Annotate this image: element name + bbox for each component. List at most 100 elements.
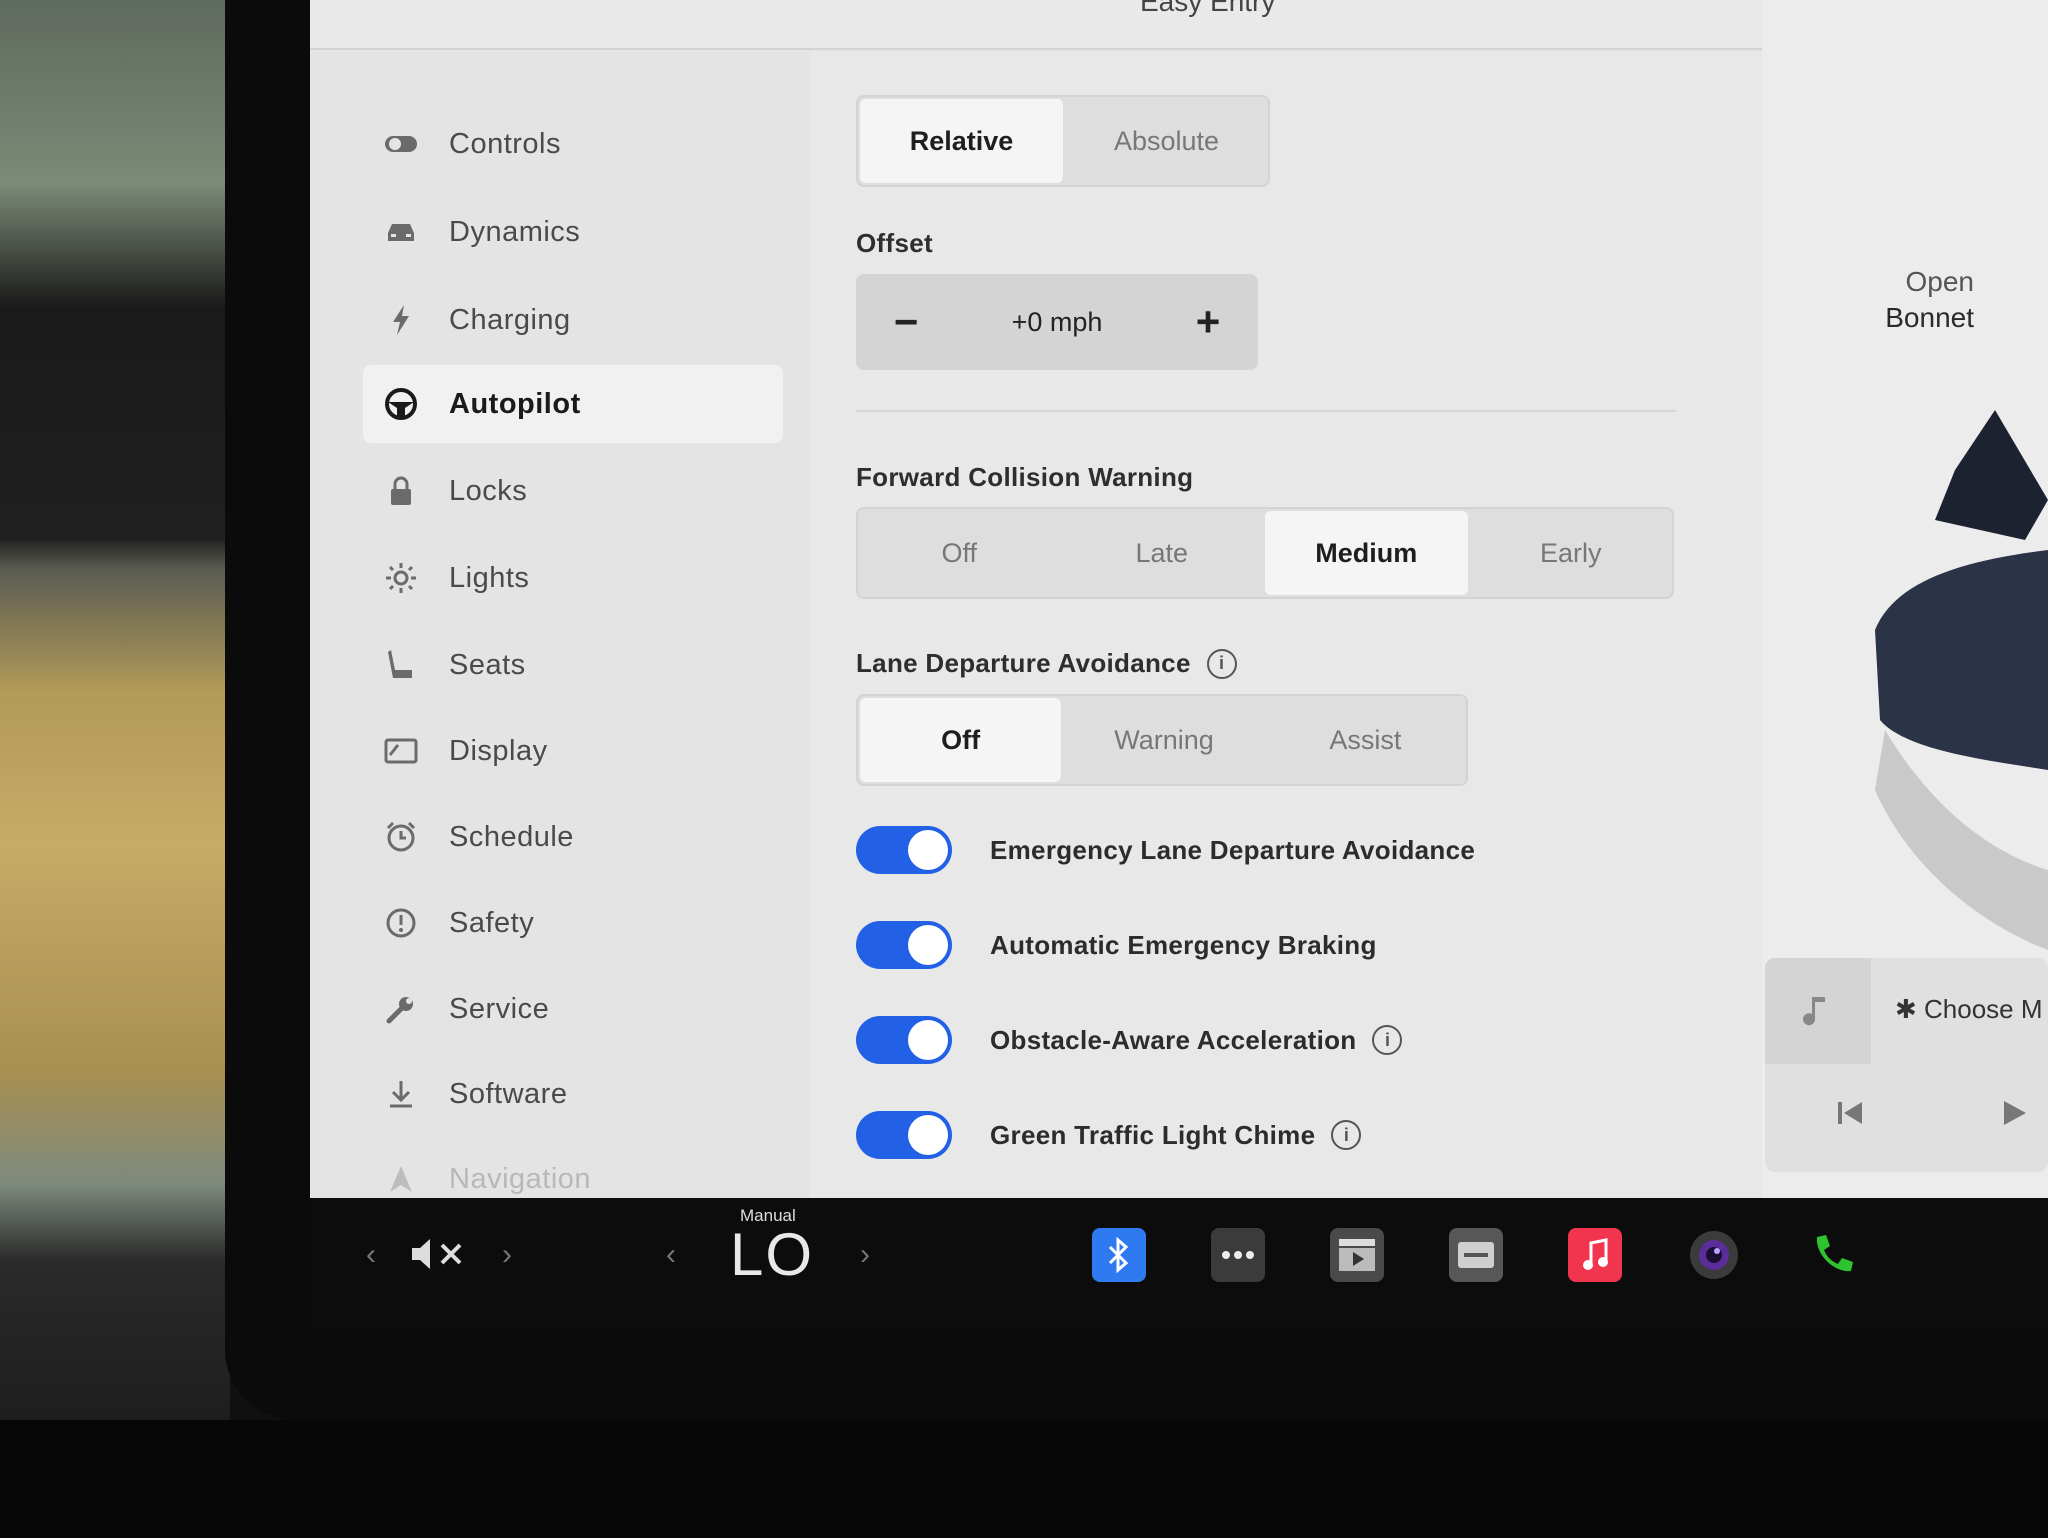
toggle-label: Green Traffic Light Chime xyxy=(990,1119,1316,1150)
cabin-temperature[interactable]: LO xyxy=(730,1220,814,1289)
offset-decrease-button[interactable]: − xyxy=(856,274,956,370)
speaker-muted-icon[interactable] xyxy=(410,1236,468,1272)
sidebar-item-lights[interactable]: Lights xyxy=(363,539,783,617)
wrench-icon xyxy=(383,991,419,1027)
volume-down-chevron[interactable]: ‹ xyxy=(366,1238,376,1272)
toggle-label: Obstacle-Aware Acceleration xyxy=(990,1024,1357,1055)
offset-label: Offset xyxy=(856,228,933,258)
sidebar-item-label: Service xyxy=(449,992,550,1025)
offset-increase-button[interactable]: + xyxy=(1158,274,1258,370)
sidebar-item-service[interactable]: Service xyxy=(363,970,783,1048)
fcw-label: Forward Collision Warning xyxy=(856,462,1194,492)
offset-stepper: − +0 mph + xyxy=(856,274,1258,370)
toggle-label: Emergency Lane Departure Avoidance xyxy=(990,834,1476,865)
easy-entry-label[interactable]: Easy Entry xyxy=(1140,0,1275,18)
lda-heading: Lane Departure Avoidance i xyxy=(856,648,1237,679)
music-icon[interactable] xyxy=(1568,1228,1622,1282)
lock-icon xyxy=(383,473,419,509)
phone-icon[interactable] xyxy=(1806,1228,1860,1282)
lda-assist-option[interactable]: Assist xyxy=(1265,696,1466,784)
sun-icon xyxy=(383,560,419,596)
speed-limit-mode-selector: Relative Absolute xyxy=(856,95,1270,187)
sidebar-item-label: Lights xyxy=(449,561,530,594)
toggle-icon xyxy=(383,126,419,162)
alert-circle-icon xyxy=(383,905,419,941)
lightning-icon xyxy=(383,302,419,338)
camera-icon[interactable] xyxy=(1687,1228,1741,1282)
fcw-early-option[interactable]: Early xyxy=(1470,509,1673,597)
autopilot-settings-panel: Relative Absolute Offset − +0 mph + Forw… xyxy=(810,52,1762,1198)
sidebar-item-controls[interactable]: Controls xyxy=(363,105,783,183)
obstacle-aware-row: Obstacle-Aware Acceleration i xyxy=(856,1010,1403,1070)
sidebar-item-label: Safety xyxy=(449,906,535,939)
emergency-lda-toggle[interactable] xyxy=(856,826,952,874)
aeb-row: Automatic Emergency Braking xyxy=(856,915,1377,975)
fcw-off-option[interactable]: Off xyxy=(858,509,1061,597)
sidebar-item-label: Software xyxy=(449,1077,568,1110)
info-icon[interactable]: i xyxy=(1331,1120,1362,1150)
offset-value: +0 mph xyxy=(1011,306,1103,337)
sidebar-item-safety[interactable]: Safety xyxy=(363,884,783,962)
lda-warning-option[interactable]: Warning xyxy=(1063,696,1264,784)
play-icon[interactable] xyxy=(2000,1098,2028,1136)
photo-surroundings-left xyxy=(0,0,230,1538)
car-render-image xyxy=(1875,410,2048,950)
sidebar-item-label: Controls xyxy=(449,127,561,160)
fcw-medium-option[interactable]: Medium xyxy=(1265,511,1468,595)
sidebar-item-schedule[interactable]: Schedule xyxy=(363,798,783,876)
temperature-up-chevron[interactable]: › xyxy=(860,1238,870,1272)
bonnet-label-line2: Bonnet xyxy=(1885,302,1974,333)
album-art-placeholder xyxy=(1765,958,1871,1064)
open-bonnet-button[interactable]: Open Bonnet xyxy=(1885,264,1974,336)
lda-off-option[interactable]: Off xyxy=(860,698,1062,782)
fcw-selector: Off Late Medium Early xyxy=(856,507,1674,599)
music-note-icon xyxy=(1803,997,1825,1026)
lda-selector: Off Warning Assist xyxy=(856,694,1468,786)
sidebar-item-charging[interactable]: Charging xyxy=(363,281,783,359)
green-light-chime-toggle[interactable] xyxy=(856,1111,952,1159)
speed-limit-relative-option[interactable]: Relative xyxy=(860,99,1063,183)
sidebar-item-dynamics[interactable]: Dynamics xyxy=(363,193,783,271)
sidebar-item-label: Autopilot xyxy=(449,387,581,420)
emergency-lda-row: Emergency Lane Departure Avoidance xyxy=(856,820,1475,880)
bezel-bottom xyxy=(0,1420,2048,1538)
choose-media-source-button[interactable]: ✱ Choose M xyxy=(1895,994,2043,1025)
sidebar-item-display[interactable]: Display xyxy=(363,712,783,790)
car-icon xyxy=(383,214,419,250)
alarm-clock-icon xyxy=(383,819,419,855)
sidebar-item-label: Charging xyxy=(449,303,571,336)
theater-icon[interactable] xyxy=(1330,1228,1384,1282)
section-divider xyxy=(856,410,1676,412)
speed-limit-absolute-option[interactable]: Absolute xyxy=(1065,97,1268,185)
previous-track-icon[interactable] xyxy=(1835,1098,1865,1136)
aeb-toggle[interactable] xyxy=(856,921,952,969)
bluetooth-icon[interactable] xyxy=(1092,1228,1146,1282)
sidebar-item-label: Locks xyxy=(449,474,528,507)
sidebar-item-locks[interactable]: Locks xyxy=(363,452,783,530)
temperature-down-chevron[interactable]: ‹ xyxy=(666,1238,676,1272)
sidebar-item-label: Schedule xyxy=(449,820,574,853)
steering-wheel-icon xyxy=(383,386,419,422)
info-icon[interactable]: i xyxy=(1206,648,1237,679)
display-icon xyxy=(383,733,419,769)
sidebar-item-navigation[interactable]: Navigation xyxy=(363,1140,783,1198)
media-player-card: ✱ Choose M xyxy=(1765,958,2048,1172)
lda-label: Lane Departure Avoidance xyxy=(856,648,1191,678)
toggle-knob xyxy=(908,1020,948,1060)
seat-icon xyxy=(383,647,419,683)
navigation-arrow-icon xyxy=(383,1161,419,1197)
volume-up-chevron[interactable]: › xyxy=(502,1238,512,1272)
sidebar-item-software[interactable]: Software xyxy=(363,1055,783,1133)
sidebar-item-seats[interactable]: Seats xyxy=(363,626,783,704)
toggle-knob xyxy=(908,1115,948,1155)
toybox-icon[interactable] xyxy=(1449,1228,1503,1282)
toggle-label: Automatic Emergency Braking xyxy=(990,929,1377,960)
info-icon[interactable]: i xyxy=(1372,1025,1403,1055)
obstacle-aware-toggle[interactable] xyxy=(856,1016,952,1064)
download-icon xyxy=(383,1076,419,1112)
sidebar-item-label: Dynamics xyxy=(449,215,581,248)
more-icon[interactable] xyxy=(1211,1228,1265,1282)
fcw-late-option[interactable]: Late xyxy=(1061,509,1264,597)
sidebar-item-autopilot[interactable]: Autopilot xyxy=(363,365,783,443)
sidebar-item-label: Seats xyxy=(449,648,526,681)
